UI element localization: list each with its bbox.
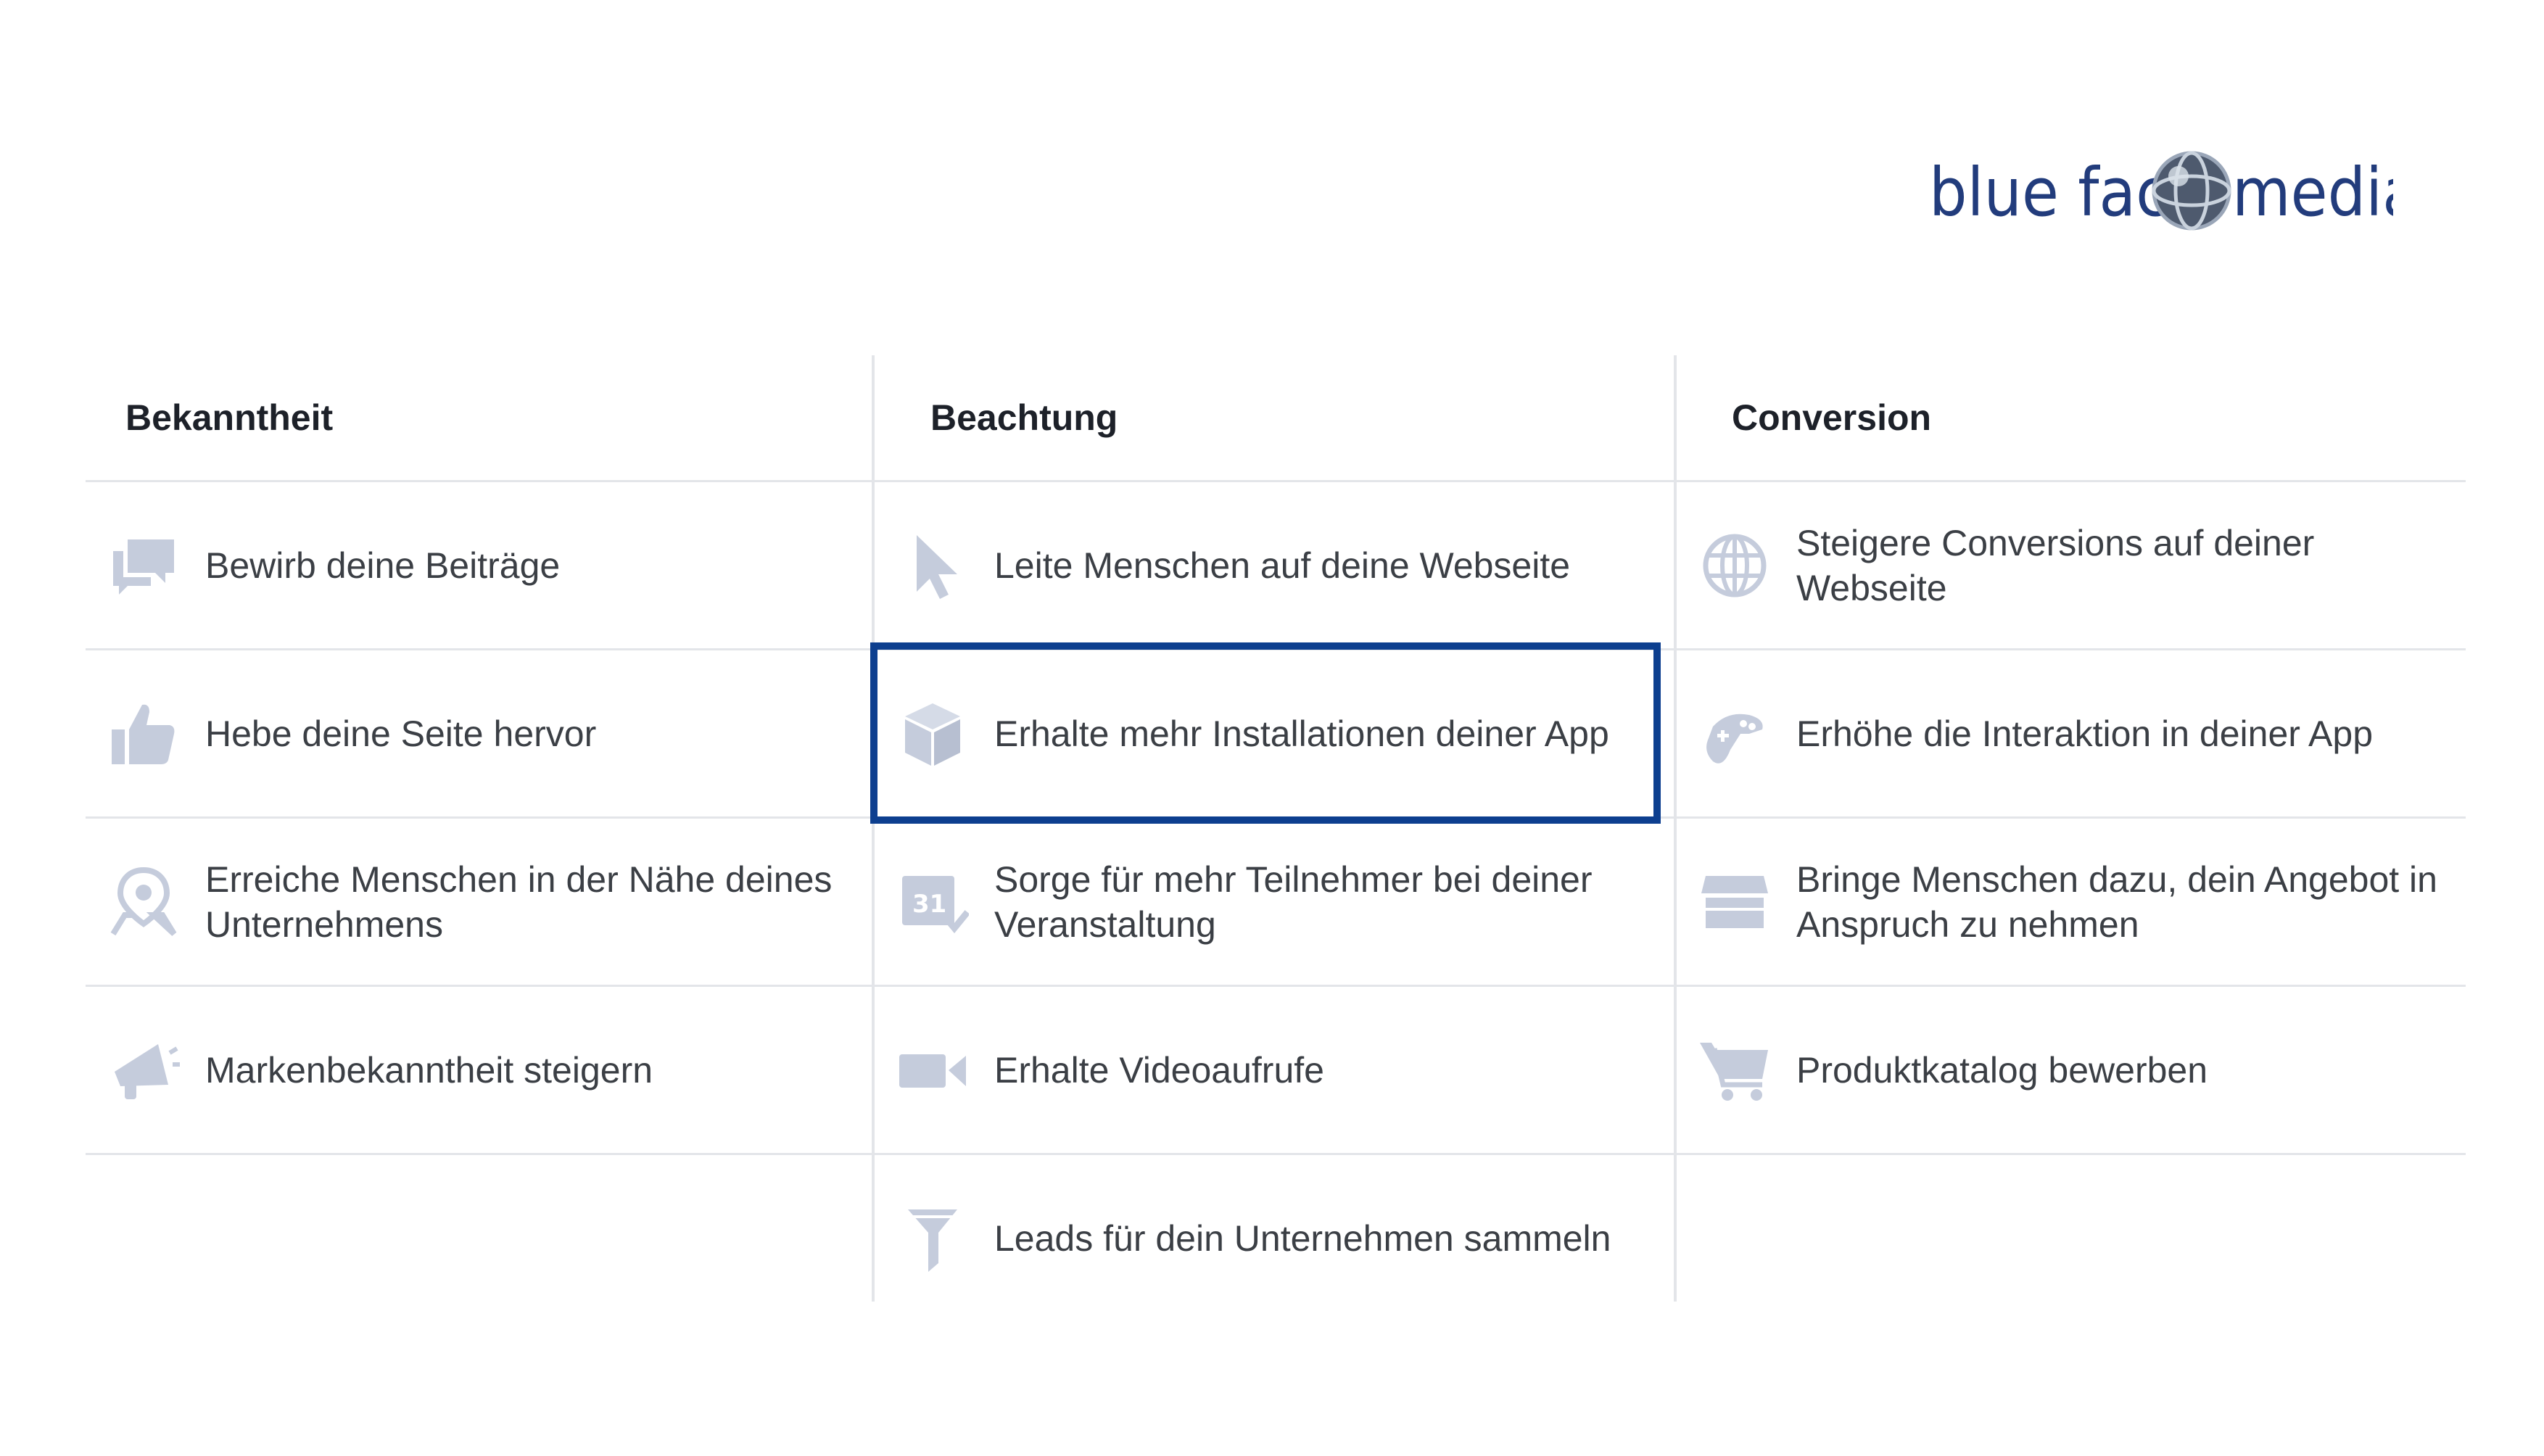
objective-label: Bewirb deine Beiträge (205, 545, 561, 586)
objective-app-installs[interactable]: Erhalte mehr Installationen deiner App (875, 650, 1674, 817)
column-header-beachtung: Beachtung (930, 397, 1118, 438)
objective-boost-page[interactable]: Hebe deine Seite hervor (86, 650, 872, 817)
svg-text:31: 31 (912, 890, 946, 919)
objective-website-traffic[interactable]: Leite Menschen auf deine Webseite (875, 482, 1674, 649)
location-pin-icon (107, 866, 180, 938)
objective-label: Erhöhe die Interaktion in deiner App (1796, 713, 2373, 754)
globe-icon (2152, 151, 2231, 231)
objective-label: Bringe Menschen dazu, dein Angebot in An… (1796, 859, 2437, 945)
storefront-icon (1698, 866, 1771, 938)
chat-bubbles-icon (107, 529, 180, 602)
objective-video-views[interactable]: Erhalte Videoaufrufe (875, 987, 1674, 1154)
cube-icon (896, 698, 969, 770)
thumbs-up-icon (107, 698, 180, 770)
objective-local-reach[interactable]: Erreiche Menschen in der Nähe deines Unt… (86, 819, 872, 985)
objective-label: Leads für dein Unternehmen sammeln (994, 1218, 1611, 1259)
objective-label: Leite Menschen auf deine Webseite (994, 545, 1571, 586)
objective-conversions[interactable]: Steigere Conversions auf deiner Webseite (1677, 482, 2466, 649)
megaphone-icon (107, 1034, 180, 1107)
brand-text-2: media (2232, 154, 2393, 231)
objective-label: Erhalte Videoaufrufe (994, 1050, 1324, 1091)
objective-label: Erhalte mehr Installationen deiner App (994, 713, 1609, 754)
globe-icon (1698, 529, 1771, 602)
objective-label: Steigere Conversions auf deiner Webseite (1796, 523, 2315, 608)
header-row: Bekanntheit Beachtung Conversion (86, 355, 2466, 480)
objective-lead-generation[interactable]: Leads für dein Unternehmen sammeln (875, 1155, 1674, 1322)
objective-promote-posts[interactable]: Bewirb deine Beiträge (86, 482, 872, 649)
funnel-icon (896, 1202, 969, 1275)
column-header-conversion: Conversion (1732, 397, 1932, 438)
brand-logo: blue face media (1929, 149, 2419, 243)
cursor-icon (896, 529, 969, 602)
objective-app-engagement[interactable]: Erhöhe die Interaktion in deiner App (1677, 650, 2466, 817)
objective-label: Hebe deine Seite hervor (205, 713, 597, 754)
objective-event-responses[interactable]: 31 Sorge für mehr Teilnehmer bei deiner … (875, 819, 1674, 985)
video-camera-icon (896, 1034, 969, 1107)
calendar-icon: 31 (896, 866, 970, 938)
shopping-cart-icon (1698, 1034, 1771, 1107)
objective-label: Erreiche Menschen in der Nähe deines Unt… (205, 859, 833, 945)
objective-offer-claims[interactable]: Bringe Menschen dazu, dein Angebot in An… (1677, 819, 2466, 985)
column-header-bekanntheit: Bekanntheit (125, 397, 334, 438)
objective-label: Produktkatalog bewerben (1796, 1050, 2208, 1091)
objective-product-catalog[interactable]: Produktkatalog bewerben (1677, 987, 2466, 1154)
game-controller-icon (1698, 698, 1771, 770)
objective-label: Sorge für mehr Teilnehmer bei deiner Ver… (994, 859, 1593, 945)
objective-brand-awareness[interactable]: Markenbekanntheit steigern (86, 987, 872, 1154)
objective-label: Markenbekanntheit steigern (205, 1050, 653, 1091)
objective-grid: Bekanntheit Beachtung Conversion Bewirb … (86, 355, 2466, 1302)
